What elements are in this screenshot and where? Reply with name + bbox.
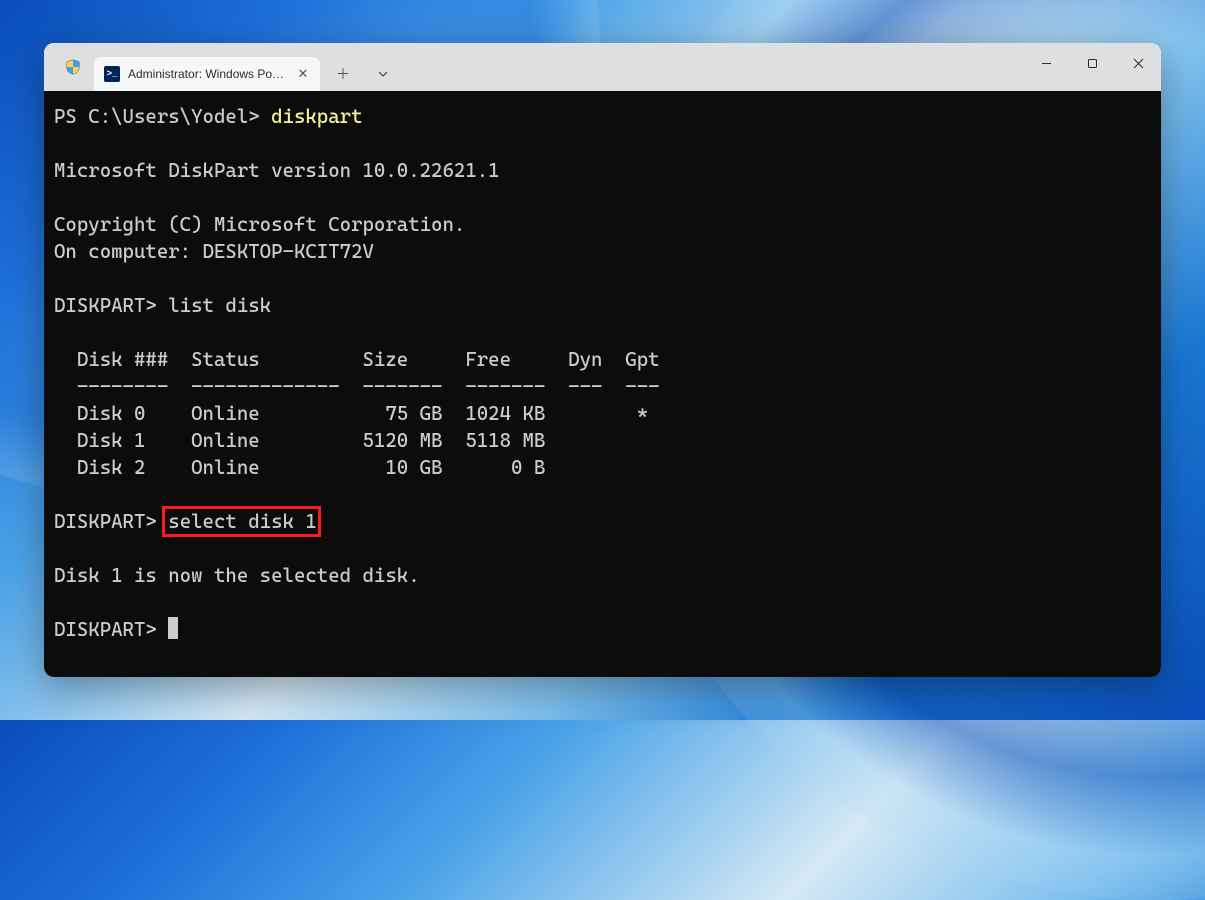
tab-title: Administrator: Windows Powe <box>128 67 286 81</box>
terminal-body[interactable]: PS C:\Users\Yodel> diskpart Microsoft Di… <box>44 91 1161 677</box>
selection-confirmation: Disk 1 is now the selected disk. <box>54 564 420 587</box>
uac-shield-icon <box>52 43 94 91</box>
copyright-line: Copyright (C) Microsoft Corporation. <box>54 213 465 236</box>
titlebar[interactable]: >_ Administrator: Windows Powe ✕ ＋ <box>44 43 1161 91</box>
close-button[interactable] <box>1115 43 1161 83</box>
cursor <box>168 617 178 639</box>
diskpart-prompt: DISKPART> <box>54 510 168 533</box>
powershell-icon: >_ <box>104 66 120 82</box>
table-divider: -------- ------------- ------- ------- -… <box>54 375 660 398</box>
table-header: Disk ### Status Size Free Dyn Gpt <box>54 348 660 371</box>
tab-strip: >_ Administrator: Windows Powe ✕ ＋ <box>44 43 400 91</box>
table-row: Disk 2 Online 10 GB 0 B <box>54 456 545 479</box>
minimize-button[interactable] <box>1023 43 1069 83</box>
list-disk-command: DISKPART> list disk <box>54 294 271 317</box>
tab-active[interactable]: >_ Administrator: Windows Powe ✕ <box>94 57 320 91</box>
diskpart-prompt-active: DISKPART> <box>54 618 168 641</box>
diskpart-version: Microsoft DiskPart version 10.0.22621.1 <box>54 159 500 182</box>
terminal-window: >_ Administrator: Windows Powe ✕ ＋ PS C:… <box>44 43 1161 677</box>
tab-close-button[interactable]: ✕ <box>294 65 312 83</box>
maximize-button[interactable] <box>1069 43 1115 83</box>
new-tab-button[interactable]: ＋ <box>326 57 360 91</box>
command-diskpart: diskpart <box>271 105 362 128</box>
computer-line: On computer: DESKTOP-KCIT72V <box>54 240 374 263</box>
table-row: Disk 1 Online 5120 MB 5118 MB <box>54 429 545 452</box>
ps-prompt: PS C:\Users\Yodel> <box>54 105 271 128</box>
table-row: Disk 0 Online 75 GB 1024 KB * <box>54 402 648 425</box>
window-controls <box>1023 43 1161 83</box>
tab-dropdown-button[interactable] <box>366 57 400 91</box>
select-disk-command: select disk 1 <box>168 510 317 533</box>
